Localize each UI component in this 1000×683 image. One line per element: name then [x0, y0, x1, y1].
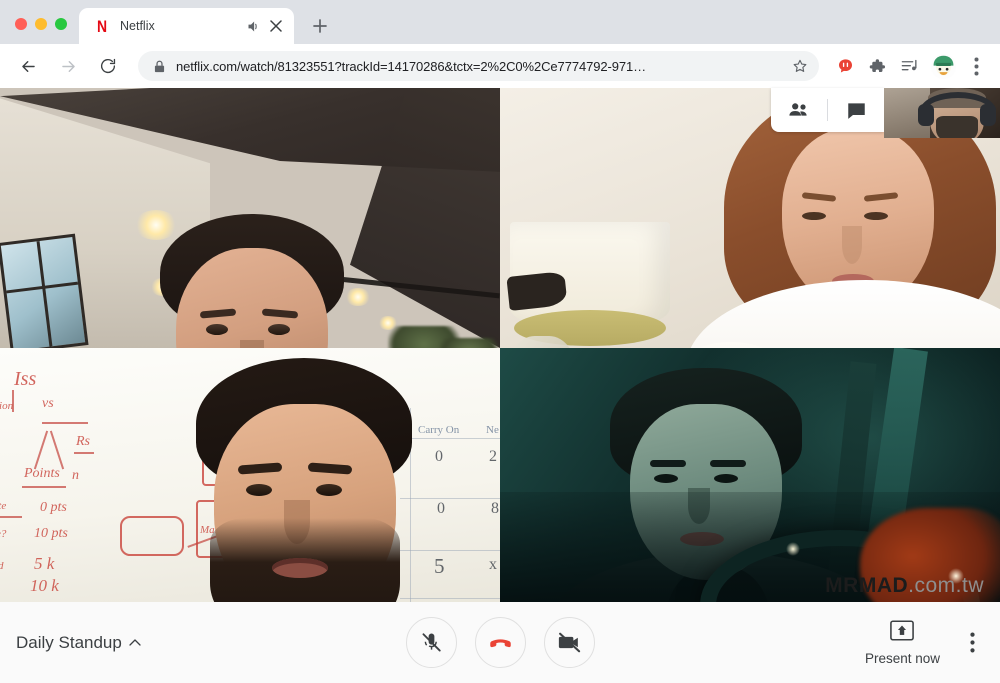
call-controls: [330, 617, 670, 668]
record-bubble-icon[interactable]: [831, 52, 859, 80]
window-controls: [0, 18, 79, 44]
close-window-button[interactable]: [15, 18, 27, 30]
whiteboard-table-cell: 8: [491, 500, 499, 517]
url-text: netflix.com/watch/81323551?trackId=14170…: [176, 58, 646, 74]
reload-button[interactable]: [93, 51, 123, 81]
zoom-window-button[interactable]: [55, 18, 67, 30]
whiteboard-ink: e?: [0, 528, 7, 540]
present-screen-icon: [890, 619, 915, 646]
self-view-thumbnail[interactable]: [884, 88, 1000, 138]
profile-avatar-icon[interactable]: [928, 51, 958, 81]
present-now-label: Present now: [864, 650, 940, 666]
chrome-menu-icon[interactable]: [962, 52, 990, 80]
browser-window: N Netflix netflix.com/watch/81323551?tra…: [0, 0, 1000, 683]
minimize-window-button[interactable]: [35, 18, 47, 30]
whiteboard-ink: rte: [0, 500, 7, 512]
whiteboard-ink: Points: [24, 466, 60, 481]
people-icon[interactable]: [771, 88, 827, 132]
amber-light: [860, 508, 1000, 602]
meet-video-stage: Iss tion vs Rs Points n rte 0 pts e? 10 …: [0, 88, 1000, 602]
participant-video-person: [168, 358, 468, 602]
meet-overlay-controls: [771, 88, 884, 132]
tab-strip: N Netflix: [0, 0, 1000, 44]
more-vertical-icon[interactable]: [962, 628, 982, 658]
hang-up-button[interactable]: [474, 617, 526, 668]
whiteboard-ink: n: [72, 468, 79, 483]
meet-bottom-bar: Daily Standup Present now: [0, 602, 1000, 683]
participant-video-person: [128, 214, 388, 348]
meeting-title: Daily Standup: [16, 632, 122, 652]
hanging-plant: [440, 338, 498, 348]
participant-tile-top-left[interactable]: [0, 88, 500, 348]
tab-title: Netflix: [120, 19, 155, 33]
chevron-up-icon[interactable]: [129, 637, 141, 649]
music-playlist-icon[interactable]: [895, 52, 923, 80]
amber-highlight: [948, 568, 964, 584]
whiteboard-ink: d: [0, 560, 4, 572]
netflix-favicon-icon: N: [96, 16, 107, 36]
browser-tab-netflix[interactable]: N Netflix: [79, 8, 294, 44]
participant-tile-bottom-left[interactable]: Iss tion vs Rs Points n rte 0 pts e? 10 …: [0, 348, 500, 602]
whiteboard-ink: Iss: [14, 368, 37, 390]
microphone-muted-button[interactable]: [405, 617, 457, 668]
tab-audio-playing-icon[interactable]: [244, 17, 262, 35]
participant-grid: Iss tion vs Rs Points n rte 0 pts e? 10 …: [0, 88, 1000, 602]
browser-toolbar: netflix.com/watch/81323551?trackId=14170…: [0, 44, 1000, 88]
dashboard-light: [786, 542, 800, 556]
whiteboard-table-cell: 2: [489, 448, 497, 465]
chat-bubble-icon[interactable]: [828, 88, 884, 132]
whiteboard-ink: vs: [42, 396, 54, 411]
whiteboard-ink: 10 k: [30, 576, 59, 595]
tab-close-icon[interactable]: [266, 16, 286, 36]
room-window: [0, 233, 89, 348]
bookmark-star-icon[interactable]: [787, 53, 813, 79]
whiteboard-table-header: Ne: [486, 424, 499, 436]
participant-tile-bottom-right[interactable]: [500, 348, 1000, 602]
address-bar[interactable]: netflix.com/watch/81323551?trackId=14170…: [138, 51, 819, 81]
whiteboard-table-cell: x: [489, 556, 497, 573]
present-now-button[interactable]: Present now: [864, 619, 940, 666]
whiteboard-ink: Rs: [76, 434, 90, 449]
whiteboard-ink: 0 pts: [40, 500, 67, 515]
bottom-bar-right: Present now: [670, 619, 1000, 666]
back-button[interactable]: [13, 51, 43, 81]
lock-icon: [152, 59, 166, 73]
extensions-puzzle-icon[interactable]: [863, 52, 891, 80]
whiteboard-ink: 5 k: [34, 554, 55, 573]
meeting-info[interactable]: Daily Standup: [0, 633, 330, 653]
camera-off-button[interactable]: [543, 617, 595, 668]
whiteboard-ink: 10 pts: [34, 526, 68, 541]
new-tab-button[interactable]: [306, 12, 334, 40]
forward-button[interactable]: [53, 51, 83, 81]
